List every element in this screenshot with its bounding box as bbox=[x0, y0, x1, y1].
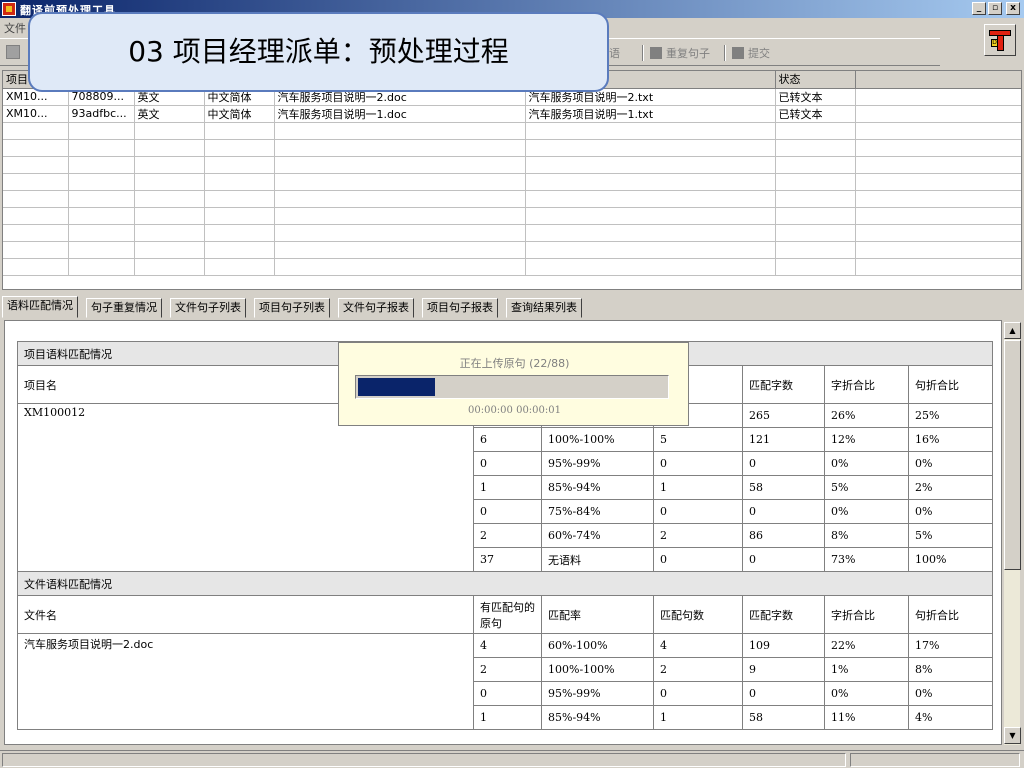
cell: 英文 bbox=[134, 105, 205, 123]
empty-row bbox=[3, 207, 1021, 225]
app-logo-icon: D bbox=[984, 24, 1016, 56]
scroll-down-icon[interactable]: ▼ bbox=[1004, 727, 1021, 744]
project-name-cell: XM100012 bbox=[17, 403, 474, 572]
empty-row bbox=[3, 241, 1021, 259]
status-bar bbox=[0, 750, 1024, 768]
status-pane-secondary bbox=[850, 753, 1020, 767]
toolbar-separator bbox=[642, 45, 644, 61]
tab-file-sentence-report[interactable]: 文件句子报表 bbox=[338, 298, 414, 318]
cell: 已转文本 bbox=[775, 88, 856, 106]
maximize-button[interactable]: ▫ bbox=[988, 2, 1002, 15]
cell: 93adfbc... bbox=[68, 105, 135, 123]
progress-fill bbox=[358, 378, 435, 396]
tab-sentence-repeat[interactable]: 句子重复情况 bbox=[86, 298, 162, 318]
col-matched-source: 有匹配句的原句 bbox=[473, 595, 542, 634]
file-list-grid: 项目 状态 XM10... 708809... 英文 中文简体 汽车服务项目说明… bbox=[2, 70, 1022, 290]
status-pane-main bbox=[2, 753, 846, 767]
cell bbox=[855, 88, 1021, 106]
col-match-count: 匹配句数 bbox=[653, 595, 743, 634]
cell: 汽车服务项目说明一1.doc bbox=[274, 105, 526, 123]
slide-callout: 03 项目经理派单：预处理过程 bbox=[28, 12, 609, 92]
col-match-chars: 匹配字数 bbox=[742, 595, 825, 634]
col-match-rate: 匹配率 bbox=[541, 595, 654, 634]
repeat-sentence-button[interactable]: 重复句子 bbox=[650, 45, 710, 61]
cell: XM10... bbox=[3, 105, 69, 123]
report-scrollbar[interactable]: ▲ ▼ bbox=[1003, 322, 1021, 745]
file-name-cell: 汽车服务项目说明一2.doc bbox=[17, 633, 474, 730]
cell: 汽车服务项目说明一1.txt bbox=[525, 105, 776, 123]
empty-row bbox=[3, 258, 1021, 276]
empty-row bbox=[3, 224, 1021, 242]
file-section-title: 文件语料匹配情况 bbox=[16, 571, 994, 596]
submit-button[interactable]: 提交 bbox=[732, 45, 770, 61]
progress-bar bbox=[355, 375, 669, 399]
col-sentence-ratio: 句折合比 bbox=[907, 365, 994, 404]
col-char-ratio: 字折合比 bbox=[824, 595, 909, 634]
tab-corpus-match[interactable]: 语料匹配情况 bbox=[2, 296, 78, 318]
scroll-thumb[interactable] bbox=[1004, 340, 1021, 570]
open-icon[interactable] bbox=[6, 45, 20, 59]
submit-icon bbox=[732, 47, 744, 59]
col-char-ratio: 字折合比 bbox=[824, 365, 909, 404]
empty-row bbox=[3, 173, 1021, 191]
cell: 已转文本 bbox=[775, 105, 856, 123]
progress-label: 正在上传原句 (22/88) bbox=[459, 357, 570, 370]
scroll-up-icon[interactable]: ▲ bbox=[1004, 322, 1021, 339]
empty-row bbox=[3, 139, 1021, 157]
col-match-chars: 匹配字数 bbox=[742, 365, 825, 404]
tab-project-sentence-report[interactable]: 项目句子报表 bbox=[422, 298, 498, 318]
empty-row bbox=[3, 122, 1021, 140]
repeat-icon bbox=[650, 47, 662, 59]
table-row: 汽车服务项目说明一2.doc 4 60%-100% 4 109 22% 17% bbox=[17, 633, 994, 730]
col-header-status[interactable]: 状态 bbox=[775, 71, 856, 89]
col-header[interactable] bbox=[855, 71, 1021, 89]
col-file-name: 文件名 bbox=[17, 595, 474, 634]
toolbar-separator bbox=[724, 45, 726, 61]
app-icon bbox=[2, 2, 16, 16]
empty-row bbox=[3, 190, 1021, 208]
col-sentence-ratio: 句折合比 bbox=[907, 595, 994, 634]
close-button[interactable]: x bbox=[1006, 2, 1020, 15]
menu-file[interactable]: 文件 bbox=[4, 20, 26, 36]
tab-project-sentence-list[interactable]: 项目句子列表 bbox=[254, 298, 330, 318]
upload-progress-dialog: 正在上传原句 (22/88) 00:00:00 00:00:01 bbox=[338, 342, 689, 426]
table-row[interactable]: XM10... 93adfbc... 英文 中文简体 汽车服务项目说明一1.do… bbox=[3, 105, 1021, 123]
cell bbox=[855, 105, 1021, 123]
cell: 中文简体 bbox=[204, 105, 275, 123]
empty-row bbox=[3, 156, 1021, 174]
progress-time: 00:00:00 00:00:01 bbox=[467, 405, 561, 416]
tab-query-results[interactable]: 查询结果列表 bbox=[506, 298, 582, 318]
minimize-button[interactable]: _ bbox=[972, 2, 986, 15]
tab-file-sentence-list[interactable]: 文件句子列表 bbox=[170, 298, 246, 318]
